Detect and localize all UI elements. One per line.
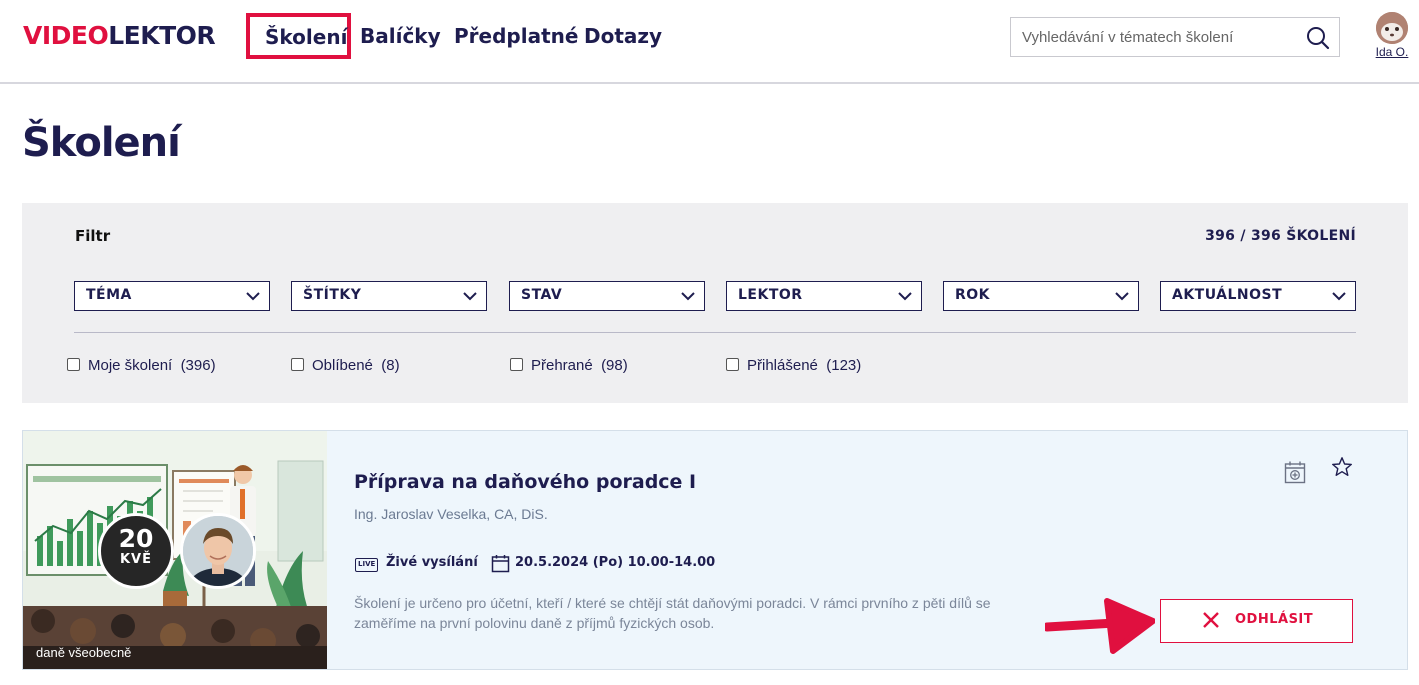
filter-panel: Filtr 396 / 396 ŠKOLENÍ TÉMA ŠTÍTKY STAV… <box>22 203 1408 403</box>
select-label: LEKTOR <box>738 287 803 303</box>
close-icon <box>1203 612 1219 628</box>
topic-tag[interactable]: daně všeobecně <box>36 645 131 660</box>
course-description: Školení je určeno pro účetní, kteří / kt… <box>354 595 991 631</box>
nav-skoleni[interactable]: Školení <box>246 13 351 59</box>
course-card: 20 KVĚ daně všeobecně Příprava na daňové… <box>22 430 1408 670</box>
logo[interactable]: VIDEOLEKTOR <box>23 21 216 50</box>
logo-lektor: LEKTOR <box>108 21 216 50</box>
nav-predplatne[interactable]: Předplatné <box>454 22 578 50</box>
search-input[interactable] <box>1011 18 1301 56</box>
unregister-label: ODHLÁSIT <box>1235 612 1314 627</box>
filter-title: Filtr <box>75 227 111 245</box>
checkbox-count: (98) <box>601 357 628 374</box>
site-header: VIDEOLEKTOR Školení Balíčky Předplatné D… <box>0 0 1419 84</box>
live-label: Živé vysílání <box>386 555 478 570</box>
chevron-down-icon <box>246 292 260 301</box>
nav-dotazy[interactable]: Dotazy <box>584 22 662 50</box>
checkbox[interactable] <box>67 358 80 371</box>
calendar-icon <box>491 555 510 573</box>
chevron-down-icon <box>1332 292 1346 301</box>
select-rok[interactable]: ROK <box>943 281 1139 311</box>
checkbox-prehrane[interactable]: Přehrané (98) <box>510 357 628 374</box>
checkbox-count: (396) <box>180 357 216 374</box>
checkbox-prihlasene[interactable]: Přihlášené (123) <box>726 357 861 374</box>
unregister-button[interactable]: ODHLÁSIT <box>1160 599 1353 643</box>
course-lector[interactable]: Ing. Jaroslav Veselka, CA, DiS. <box>354 506 548 522</box>
search-box <box>1010 17 1340 57</box>
lector-portrait <box>183 516 253 586</box>
checkbox-count: (8) <box>381 357 400 374</box>
select-label: ROK <box>955 287 991 303</box>
select-label: STAV <box>521 287 563 303</box>
star-icon[interactable] <box>1331 456 1353 478</box>
checkbox-label: Moje školení <box>88 357 173 374</box>
select-aktualnost[interactable]: AKTUÁLNOST <box>1160 281 1356 311</box>
chevron-down-icon <box>463 292 477 301</box>
checkbox-oblibene[interactable]: Oblíbené (8) <box>291 357 400 374</box>
select-tema[interactable]: TÉMA <box>74 281 270 311</box>
results-count: 396 / 396 ŠKOLENÍ <box>1205 228 1356 244</box>
select-label: TÉMA <box>86 287 132 303</box>
select-label: ŠTÍTKY <box>303 287 362 303</box>
chevron-down-icon <box>898 292 912 301</box>
date-month: KVĚ <box>119 552 152 567</box>
annotation-arrow-icon <box>1045 598 1155 654</box>
select-stav[interactable]: STAV <box>509 281 705 311</box>
checkbox-moje-skoleni[interactable]: Moje školení (396) <box>67 357 216 374</box>
live-badge: LIVE <box>355 558 379 572</box>
checkbox-label: Přihlášené <box>747 357 818 374</box>
checkbox-label: Oblíbené <box>312 357 373 374</box>
checkbox[interactable] <box>726 358 739 371</box>
lector-photo <box>180 513 256 589</box>
course-thumbnail[interactable]: 20 KVĚ daně všeobecně <box>23 431 327 669</box>
avatar[interactable] <box>1376 12 1408 44</box>
page-title: Školení <box>22 120 181 166</box>
add-to-calendar-icon[interactable] <box>1284 460 1306 484</box>
date-badge: 20 KVĚ <box>98 513 174 589</box>
course-title[interactable]: Příprava na daňového poradce I <box>354 471 696 493</box>
select-lektor[interactable]: LEKTOR <box>726 281 922 311</box>
chevron-down-icon <box>1115 292 1129 301</box>
checkbox-label: Přehrané <box>531 357 593 374</box>
select-label: AKTUÁLNOST <box>1172 287 1283 303</box>
logo-video: VIDEO <box>23 21 109 50</box>
avatar-image <box>1376 12 1408 44</box>
search-icon[interactable] <box>1305 25 1331 51</box>
select-stitky[interactable]: ŠTÍTKY <box>291 281 487 311</box>
course-date: 20.5.2024 (Po) 10.00-14.00 <box>515 555 716 570</box>
classroom-illustration <box>23 431 327 669</box>
checkbox[interactable] <box>291 358 304 371</box>
chevron-down-icon <box>681 292 695 301</box>
user-menu[interactable]: Ida O. <box>1372 12 1412 59</box>
filter-divider <box>74 332 1356 333</box>
user-name[interactable]: Ida O. <box>1372 45 1412 59</box>
nav-balicky[interactable]: Balíčky <box>360 22 441 50</box>
date-day: 20 <box>118 524 154 553</box>
checkbox-count: (123) <box>826 357 862 374</box>
checkbox[interactable] <box>510 358 523 371</box>
